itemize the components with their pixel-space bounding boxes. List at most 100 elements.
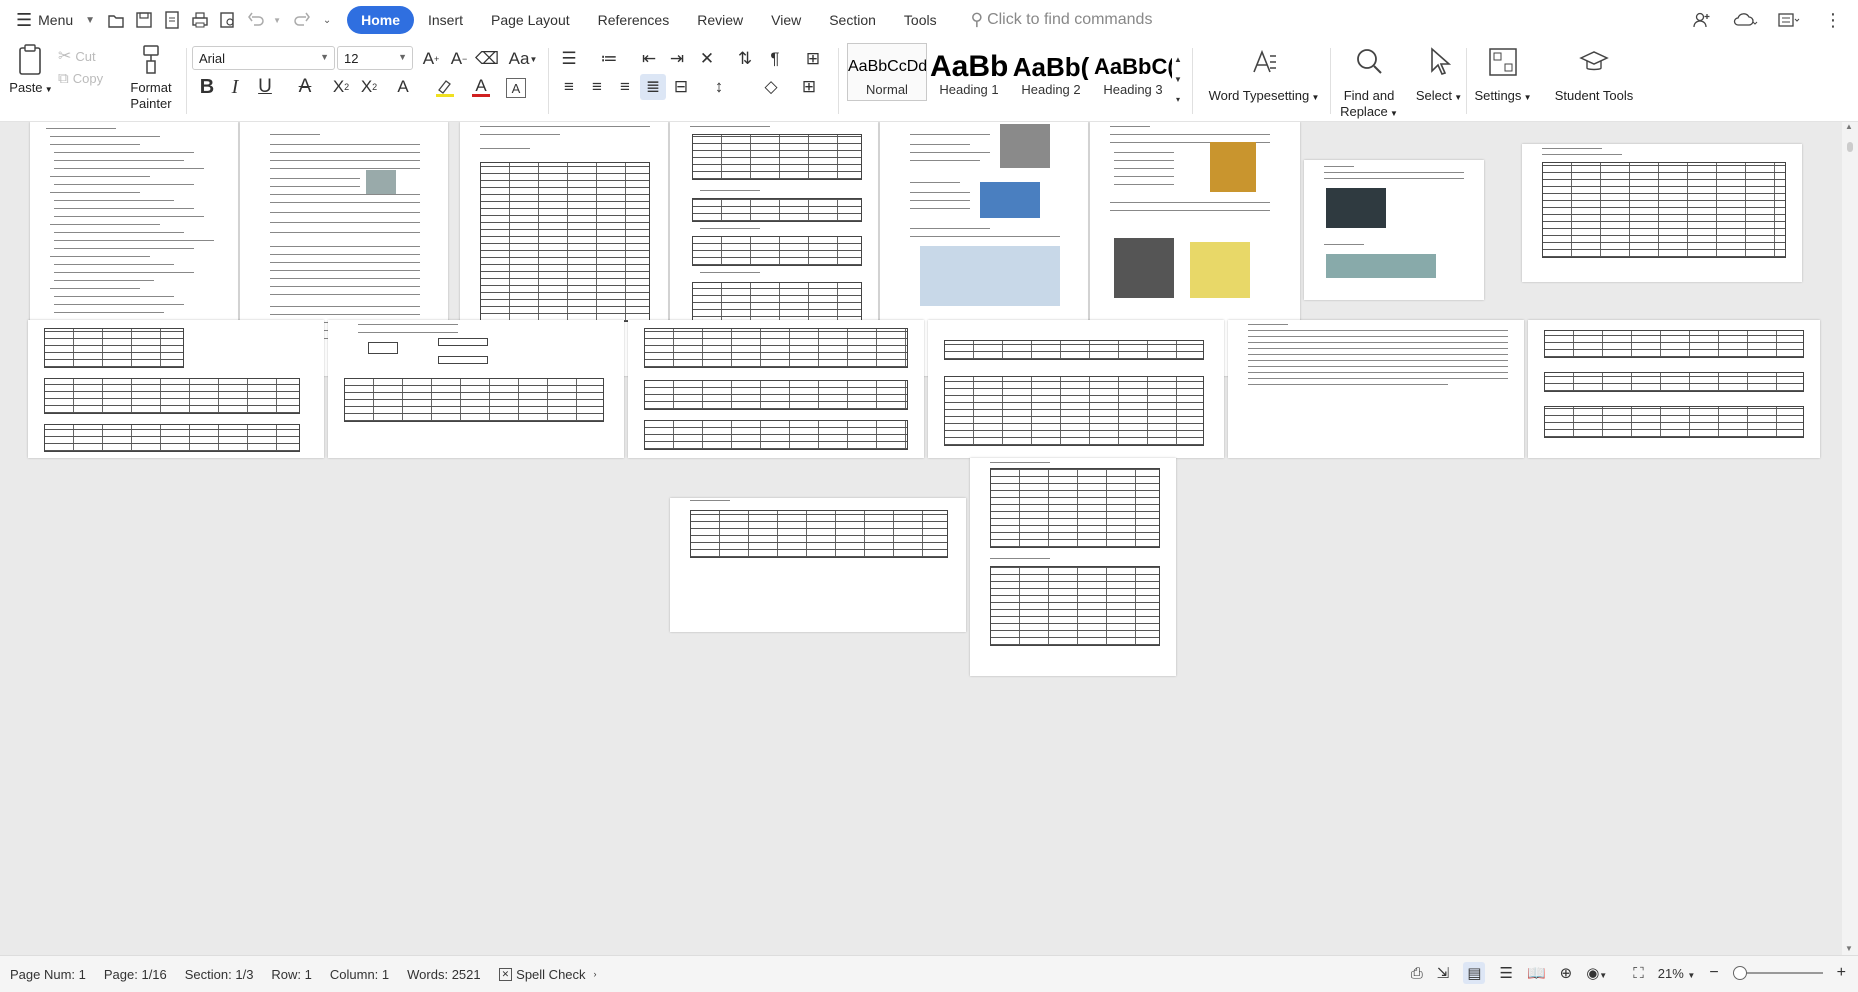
decrease-indent-icon[interactable]: ⇤ xyxy=(636,46,662,72)
borders-icon[interactable]: ⊞ xyxy=(796,74,822,100)
document-page-16[interactable] xyxy=(970,458,1176,676)
section-status[interactable]: Section: 1/3 xyxy=(185,967,254,982)
tab-home[interactable]: Home xyxy=(347,6,414,34)
zoom-slider-knob[interactable] xyxy=(1732,966,1747,980)
scroll-down-icon[interactable]: ▼ xyxy=(1845,944,1853,953)
subscript-icon[interactable]: X2 xyxy=(356,74,382,100)
undo-dropdown-icon[interactable]: ▼ xyxy=(271,5,283,35)
shrink-font-icon[interactable]: A − xyxy=(446,46,472,72)
cloud-sync-icon[interactable] xyxy=(1728,5,1762,35)
align-center-icon[interactable]: ≡ xyxy=(584,74,610,100)
settings-button[interactable]: Settings ▼ xyxy=(1474,42,1532,106)
scrollbar-thumb[interactable] xyxy=(1847,142,1853,152)
outline-view-icon[interactable]: ☰ xyxy=(1499,964,1512,982)
sort-icon[interactable]: ⇅ xyxy=(732,46,758,72)
font-size-select[interactable]: 12 ▼ xyxy=(337,46,413,70)
character-shading-icon[interactable]: A xyxy=(506,78,526,98)
web-layout-icon[interactable]: ⊕ xyxy=(1560,964,1573,982)
line-spacing-icon[interactable]: ↕ xyxy=(706,74,732,100)
underline-icon[interactable]: U xyxy=(252,74,278,100)
fit-page-icon[interactable]: ⛶ xyxy=(1633,965,1644,982)
redo-icon[interactable] xyxy=(289,5,315,35)
zoom-select[interactable]: 21% ▼ xyxy=(1658,966,1696,981)
tab-references[interactable]: References xyxy=(584,6,684,34)
numbering-icon[interactable]: ≔ xyxy=(596,46,622,72)
print-icon[interactable] xyxy=(187,5,213,35)
reading-mode-icon[interactable]: 📖 xyxy=(1527,964,1546,982)
find-replace-button[interactable]: Find and Replace ▼ xyxy=(1338,42,1400,122)
bold-icon[interactable]: B xyxy=(194,74,220,100)
tab-insert[interactable]: Insert xyxy=(414,6,477,34)
italic-icon[interactable]: I xyxy=(222,74,248,100)
text-effects-icon[interactable]: A xyxy=(390,74,416,100)
document-page-13[interactable] xyxy=(1228,320,1524,458)
strikethrough-icon[interactable]: A xyxy=(292,74,318,100)
format-painter-button[interactable]: Format Painter xyxy=(122,40,180,112)
print-preview-icon[interactable] xyxy=(215,5,241,35)
tab-view[interactable]: View xyxy=(757,6,815,34)
page-status[interactable]: Page: 1/16 xyxy=(104,967,167,982)
scroll-up-icon[interactable]: ▲ xyxy=(1845,122,1853,131)
ribbon-collapse-icon[interactable] xyxy=(1772,5,1806,35)
document-protect-icon[interactable]: ⎙ xyxy=(1411,965,1423,982)
distributed-icon[interactable]: ⊟ xyxy=(668,74,694,100)
paste-button[interactable]: Paste ▼ xyxy=(8,40,54,98)
new-document-icon[interactable] xyxy=(103,5,129,35)
text-direction-icon[interactable]: ✕ xyxy=(694,46,720,72)
style-heading-2[interactable]: AaBb( Heading 2 xyxy=(1011,43,1091,101)
document-page-9[interactable] xyxy=(28,320,324,458)
page-num-status[interactable]: Page Num: 1 xyxy=(10,967,86,982)
align-right-icon[interactable]: ≡ xyxy=(612,74,638,100)
style-heading-3[interactable]: AaBbC( Heading 3 xyxy=(1093,43,1173,101)
shading-icon[interactable]: ◇ xyxy=(758,74,784,100)
document-page-10[interactable] xyxy=(328,320,624,458)
clear-format-icon[interactable]: ⌫ xyxy=(474,46,500,72)
command-search[interactable]: ⚲ Click to find commands xyxy=(971,10,1153,30)
page-view-icon[interactable]: ▤ xyxy=(1463,962,1486,984)
bullets-icon[interactable]: ☰ xyxy=(556,46,582,72)
tab-tools[interactable]: Tools xyxy=(890,6,951,34)
show-marks-icon[interactable]: ¶ xyxy=(762,46,788,72)
spell-check-button[interactable]: ✕ Spell Check › xyxy=(498,967,597,982)
zoom-slider[interactable] xyxy=(1732,966,1823,980)
student-tools-button[interactable]: Student Tools xyxy=(1548,42,1640,104)
font-color-icon[interactable]: A xyxy=(468,74,494,100)
zoom-out-icon[interactable]: − xyxy=(1709,964,1718,982)
document-page-11[interactable] xyxy=(628,320,924,458)
undo-icon[interactable] xyxy=(243,5,269,35)
more-options-icon[interactable]: ⋮ xyxy=(1816,5,1850,35)
document-page-7[interactable] xyxy=(1304,160,1484,300)
word-count-status[interactable]: Words: 2521 xyxy=(407,967,480,982)
style-heading-1[interactable]: AaBb Heading 1 xyxy=(929,43,1009,101)
document-page-8[interactable] xyxy=(1522,144,1802,282)
tab-page-layout[interactable]: Page Layout xyxy=(477,6,584,34)
document-page-15[interactable] xyxy=(670,498,966,632)
styles-more-icon[interactable]: ▾ xyxy=(1171,86,1185,112)
tab-review[interactable]: Review xyxy=(683,6,757,34)
vertical-scrollbar[interactable]: ▲ ▼ xyxy=(1842,122,1858,955)
select-button[interactable]: Select ▼ xyxy=(1414,42,1464,106)
document-page-12[interactable] xyxy=(928,320,1224,458)
copy-button[interactable]: ⧉ Copy xyxy=(58,70,103,87)
customize-toolbar-icon[interactable]: ⌄ xyxy=(317,5,337,35)
document-canvas[interactable] xyxy=(0,122,1842,955)
align-left-icon[interactable]: ≡ xyxy=(556,74,582,100)
word-typesetting-button[interactable]: Word Typesetting ▼ xyxy=(1206,42,1322,106)
focus-mode-icon[interactable]: ⇲ xyxy=(1437,964,1450,982)
export-pdf-icon[interactable] xyxy=(159,5,185,35)
highlight-icon[interactable] xyxy=(432,74,458,100)
zoom-in-icon[interactable]: + xyxy=(1837,964,1846,982)
cut-button[interactable]: ✂ Cut xyxy=(58,46,96,66)
save-icon[interactable] xyxy=(131,5,157,35)
change-case-icon[interactable]: Aa ▼ xyxy=(506,46,540,72)
menu-button[interactable]: ☰ Menu ▼ xyxy=(16,5,95,35)
eye-protection-icon[interactable]: ◉▼ xyxy=(1586,964,1607,982)
font-name-select[interactable]: Arial ▼ xyxy=(192,46,335,70)
table-lines-icon[interactable]: ⊞ xyxy=(800,46,826,72)
justify-icon[interactable]: ≣ xyxy=(640,74,666,100)
superscript-icon[interactable]: X2 xyxy=(328,74,354,100)
document-page-14[interactable] xyxy=(1528,320,1820,458)
increase-indent-icon[interactable]: ⇥ xyxy=(664,46,690,72)
grow-font-icon[interactable]: A + xyxy=(418,46,444,72)
style-normal[interactable]: AaBbCcDd Normal xyxy=(847,43,927,101)
